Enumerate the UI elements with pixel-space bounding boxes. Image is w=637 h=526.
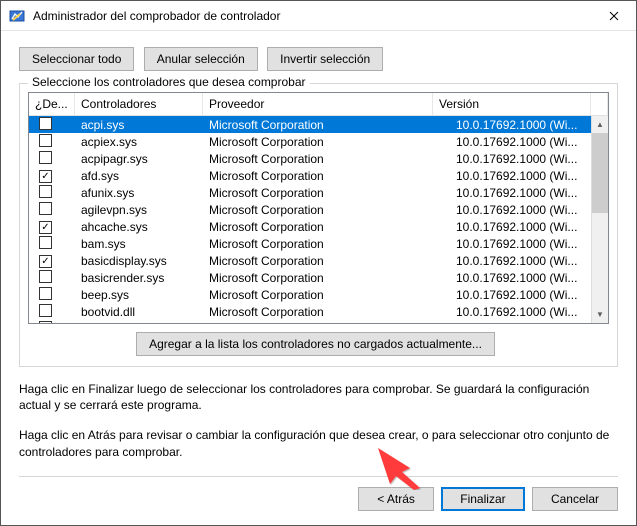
cell-driver: afunix.sys [75,186,203,200]
cell-provider: Microsoft Corporation [203,237,450,251]
cell-provider: Microsoft Corporation [203,254,450,268]
cell-provider: Microsoft Corporation [203,152,450,166]
cell-provider: Microsoft Corporation [203,322,450,324]
cell-driver: bam.sys [75,237,203,251]
cell-driver: basicrender.sys [75,271,203,285]
group-label: Seleccione los controladores que desea c… [28,75,310,89]
list-body: acpi.sysMicrosoft Corporation10.0.17692.… [29,116,608,323]
cell-version: 10.0.17692.1000 (Wi... [450,203,608,217]
deselect-all-button[interactable]: Anular selección [144,47,258,71]
row-checkbox[interactable] [39,185,52,198]
row-checkbox[interactable] [39,134,52,147]
add-unloaded-drivers-button[interactable]: Agregar a la lista los controladores no … [136,332,495,356]
table-row[interactable]: bowser.sysMicrosoft Corporation10.0.1769… [29,320,608,323]
wizard-footer: < Atrás Finalizar Cancelar [19,476,618,511]
table-row[interactable]: ✓ basicdisplay.sysMicrosoft Corporation10… [29,252,608,269]
cell-version: 10.0.17692.1000 (Wi... [450,322,608,324]
cell-version: 10.0.17692.1000 (Wi... [450,305,608,319]
row-checkbox[interactable] [39,321,52,324]
table-row[interactable]: ✓ ahcache.sysMicrosoft Corporation10.0.17… [29,218,608,235]
content-area: Seleccionar todo Anular selección Invert… [1,31,636,525]
vertical-scrollbar[interactable]: ▲ ▼ [591,116,608,323]
column-header-provider[interactable]: Proveedor [203,93,433,115]
titlebar: Administrador del comprobador de control… [1,1,636,31]
cell-provider: Microsoft Corporation [203,135,450,149]
window-title: Administrador del comprobador de control… [33,9,591,23]
help-text-2: Haga clic en Atrás para revisar o cambia… [19,427,618,459]
cell-driver: beep.sys [75,288,203,302]
cell-version: 10.0.17692.1000 (Wi... [450,186,608,200]
select-all-button[interactable]: Seleccionar todo [19,47,134,71]
driver-list[interactable]: ¿De... Controladores Proveedor Versión a… [28,92,609,324]
selection-button-row: Seleccionar todo Anular selección Invert… [19,47,618,71]
scroll-down-button[interactable]: ▼ [592,306,608,323]
row-checkbox[interactable] [39,202,52,215]
table-row[interactable]: bam.sysMicrosoft Corporation10.0.17692.1… [29,235,608,252]
cell-driver: bootvid.dll [75,305,203,319]
cell-version: 10.0.17692.1000 (Wi... [450,271,608,285]
row-checkbox[interactable]: ✓ [39,170,52,183]
table-row[interactable]: acpipagr.sysMicrosoft Corporation10.0.17… [29,150,608,167]
cell-version: 10.0.17692.1000 (Wi... [450,254,608,268]
column-header-check[interactable]: ¿De... [29,93,75,115]
table-row[interactable]: ✓ afd.sysMicrosoft Corporation10.0.17692.… [29,167,608,184]
scroll-track[interactable] [592,213,608,306]
table-row[interactable]: bootvid.dllMicrosoft Corporation10.0.176… [29,303,608,320]
help-text-1: Haga clic en Finalizar luego de seleccio… [19,381,618,413]
drivers-group: Seleccione los controladores que desea c… [19,83,618,367]
cell-version: 10.0.17692.1000 (Wi... [450,118,608,132]
cell-version: 10.0.17692.1000 (Wi... [450,169,608,183]
close-button[interactable] [591,1,636,30]
cell-version: 10.0.17692.1000 (Wi... [450,220,608,234]
cell-provider: Microsoft Corporation [203,118,450,132]
cell-version: 10.0.17692.1000 (Wi... [450,288,608,302]
cell-provider: Microsoft Corporation [203,169,450,183]
row-checkbox[interactable] [39,236,52,249]
scroll-up-button[interactable]: ▲ [592,116,608,133]
cancel-button[interactable]: Cancelar [532,487,618,511]
column-header-driver[interactable]: Controladores [75,93,203,115]
cell-driver: acpi.sys [75,118,203,132]
column-header-version[interactable]: Versión [433,93,591,115]
back-button[interactable]: < Atrás [358,487,434,511]
app-icon [9,8,25,24]
table-row[interactable]: afunix.sysMicrosoft Corporation10.0.1769… [29,184,608,201]
table-row[interactable]: beep.sysMicrosoft Corporation10.0.17692.… [29,286,608,303]
cell-provider: Microsoft Corporation [203,220,450,234]
finish-button[interactable]: Finalizar [441,487,524,511]
row-checkbox[interactable] [39,287,52,300]
cell-provider: Microsoft Corporation [203,203,450,217]
cell-version: 10.0.17692.1000 (Wi... [450,135,608,149]
cell-version: 10.0.17692.1000 (Wi... [450,152,608,166]
invert-selection-button[interactable]: Invertir selección [267,47,383,71]
column-header-scroll-spacer [591,93,608,115]
cell-driver: bowser.sys [75,322,203,324]
cell-driver: acpipagr.sys [75,152,203,166]
cell-version: 10.0.17692.1000 (Wi... [450,237,608,251]
row-checkbox[interactable]: ✓ [39,221,52,234]
table-row[interactable]: agilevpn.sysMicrosoft Corporation10.0.17… [29,201,608,218]
row-checkbox[interactable]: ✓ [39,255,52,268]
cell-provider: Microsoft Corporation [203,186,450,200]
row-checkbox[interactable] [39,151,52,164]
cell-driver: agilevpn.sys [75,203,203,217]
cell-driver: basicdisplay.sys [75,254,203,268]
cell-driver: afd.sys [75,169,203,183]
cell-driver: ahcache.sys [75,220,203,234]
list-header: ¿De... Controladores Proveedor Versión [29,93,608,116]
row-checkbox[interactable] [39,304,52,317]
table-row[interactable]: acpiex.sysMicrosoft Corporation10.0.1769… [29,133,608,150]
scroll-thumb[interactable] [592,133,608,213]
cell-driver: acpiex.sys [75,135,203,149]
cell-provider: Microsoft Corporation [203,271,450,285]
table-row[interactable]: basicrender.sysMicrosoft Corporation10.0… [29,269,608,286]
dialog-window: Administrador del comprobador de control… [0,0,637,526]
table-row[interactable]: acpi.sysMicrosoft Corporation10.0.17692.… [29,116,608,133]
row-checkbox[interactable] [39,270,52,283]
cell-provider: Microsoft Corporation [203,305,450,319]
cell-provider: Microsoft Corporation [203,288,450,302]
row-checkbox[interactable] [39,117,52,130]
